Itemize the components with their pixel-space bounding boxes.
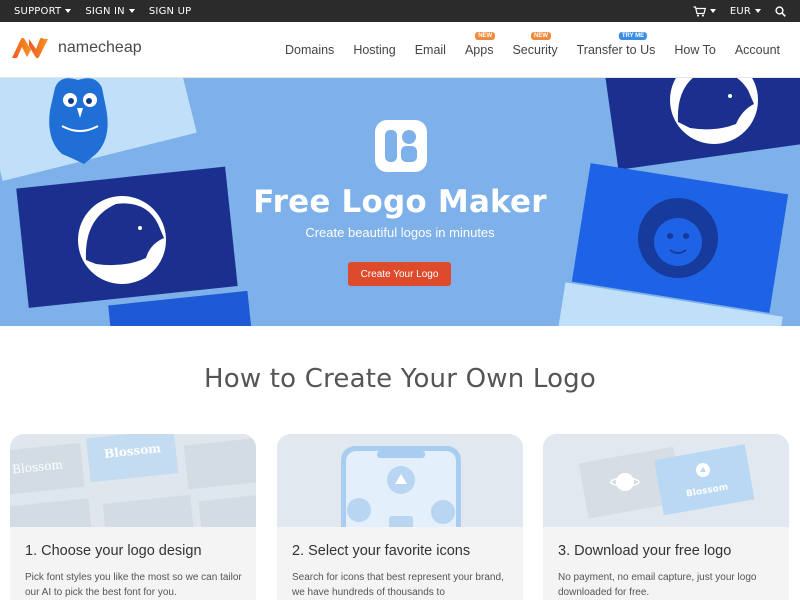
chevron-down-icon [128,9,135,13]
main-header: namecheap Domains Hosting Email NEW Apps… [0,22,800,78]
step-description: Pick font styles you like the most so we… [25,572,242,598]
nav-security[interactable]: NEW Security [512,32,558,57]
step-illustration [277,434,523,527]
nav-label: Account [734,43,780,57]
sign-in-label: SIGN IN [85,5,125,17]
step-card-download: Blossom 3. Download your free logo No pa… [543,434,789,600]
sign-up-label: SIGN UP [148,5,192,17]
logo-maker-app-icon [375,120,427,172]
nav-label: Email [414,43,446,57]
hero-title: Free Logo Maker [253,184,547,220]
nav-account[interactable]: Account [735,43,780,57]
nav-label: How To [674,43,716,57]
nav-how-to[interactable]: How To [674,43,715,57]
support-label: SUPPORT [14,5,62,17]
nav-domains[interactable]: Domains [285,43,334,57]
search-icon [775,5,786,17]
brand-name: namecheap [58,39,142,56]
currency-label: EUR [729,5,751,17]
step-title: 1. Choose your logo design [25,543,202,559]
currency-menu[interactable]: EUR [730,6,761,17]
step-description: Search for icons that best represent you… [292,572,504,598]
brand-logo[interactable]: namecheap [10,36,142,60]
new-badge: NEW [531,32,552,40]
step-card-choose-design: Blossom Blossom 1. Choose your logo desi… [10,434,256,600]
namecheap-logo-icon [12,37,48,59]
main-nav: Domains Hosting Email NEW Apps NEW Secur… [266,22,780,78]
chevron-down-icon [755,9,761,13]
cart-menu[interactable] [693,5,716,17]
download-logo-illustration [543,434,789,527]
nav-label: Transfer to Us [576,43,656,57]
nav-transfer[interactable]: TRY ME Transfer to Us [576,32,656,57]
nav-label: Hosting [353,43,396,57]
step-title: 3. Download your free logo [558,543,732,559]
hero-subtitle: Create beautiful logos in minutes [305,225,495,240]
hero-banner: Free Logo Maker Create beautiful logos i… [0,78,800,326]
nav-apps[interactable]: NEW Apps [464,32,496,57]
phone-icons-illustration [277,434,523,527]
chevron-down-icon [65,9,72,13]
nav-label: Security [512,43,558,57]
step-card-select-icons: 2. Select your favorite icons Search for… [277,434,523,600]
search-button[interactable] [775,5,786,17]
nav-label: Domains [284,43,335,57]
step-description: No payment, no email capture, just your … [558,572,757,598]
nav-hosting[interactable]: Hosting [353,43,395,57]
try-me-badge: TRY ME [618,32,648,40]
cart-icon [693,5,706,17]
nav-label: Apps [464,43,494,57]
support-menu[interactable]: SUPPORT [14,5,72,17]
nav-email[interactable]: Email [415,43,446,57]
chevron-down-icon [709,9,716,13]
step-title: 2. Select your favorite icons [292,543,471,559]
new-badge: NEW [475,32,496,40]
section-title: How to Create Your Own Logo [204,364,596,394]
step-illustration: Blossom [543,434,789,527]
utility-bar: SUPPORT SIGN IN SIGN UP EUR [0,0,800,22]
create-logo-button[interactable]: Create Your Logo [348,262,451,286]
sign-up-link[interactable]: SIGN UP [149,6,191,17]
sign-in-menu[interactable]: SIGN IN [85,6,135,17]
step-illustration: Blossom Blossom [10,434,256,527]
